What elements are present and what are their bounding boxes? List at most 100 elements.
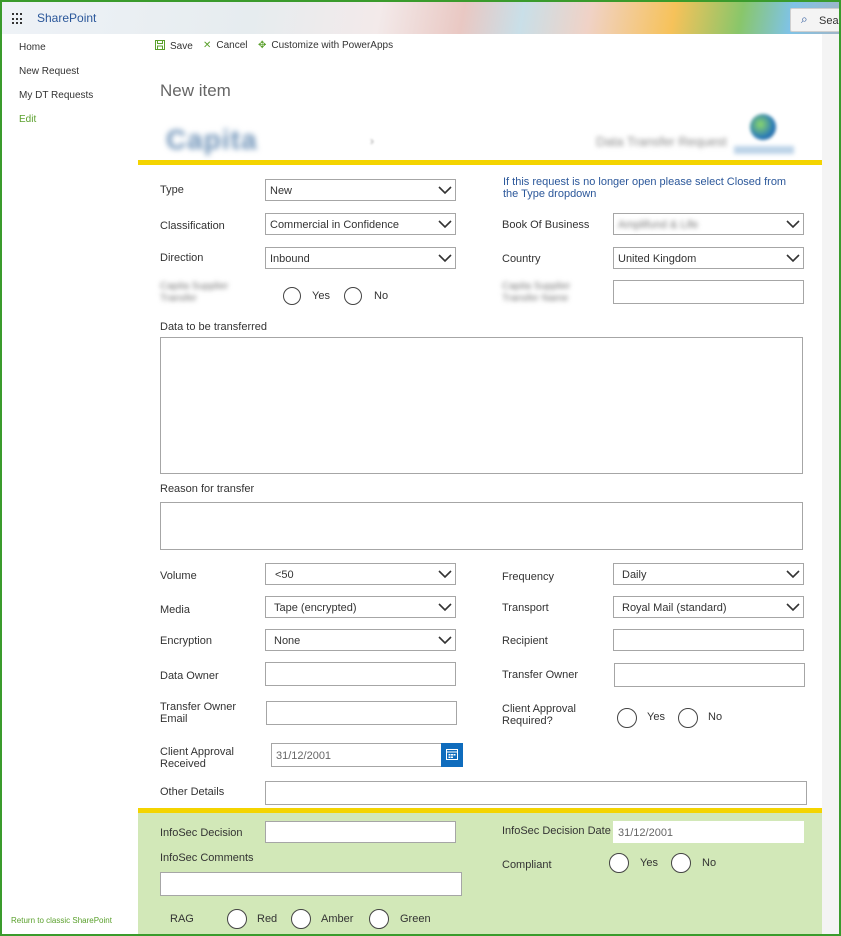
data-to-transfer-textarea[interactable]: [160, 337, 803, 474]
return-to-classic-link[interactable]: Return to classic SharePoint: [11, 916, 112, 925]
form-banner: Capita › Data Transfer Request: [138, 106, 822, 160]
infosec-decision-label: InfoSec Decision: [160, 827, 243, 839]
compliant-no-radio[interactable]: [671, 853, 691, 873]
search-box[interactable]: ⌕ Search: [790, 8, 841, 32]
direction-label: Direction: [160, 252, 204, 264]
reason-textarea[interactable]: [160, 502, 803, 550]
volume-value: <50: [275, 569, 294, 581]
banner-title: Data Transfer Request: [596, 134, 727, 149]
rag-red-radio[interactable]: [227, 909, 247, 929]
transfer-owner-label: Transfer Owner: [502, 669, 579, 681]
chevron-down-icon: [438, 220, 452, 229]
recipient-label: Recipient: [502, 635, 548, 647]
media-dropdown[interactable]: Tape (encrypted): [265, 596, 456, 618]
suite-bar: SharePoint ⌕ Search: [2, 2, 841, 34]
country-dropdown[interactable]: United Kingdom: [613, 247, 804, 269]
infosec-decision-date-input[interactable]: 31/12/2001: [613, 821, 804, 843]
closed-info-text: If this request is no longer open please…: [503, 176, 787, 200]
reason-label: Reason for transfer: [160, 483, 255, 495]
transfer-owner-email-input[interactable]: [266, 701, 457, 725]
compliant-label: Compliant: [502, 859, 552, 871]
client-approval-yes-radio[interactable]: [617, 708, 637, 728]
left-navigation: [2, 34, 138, 934]
cancel-button[interactable]: ✕ Cancel: [203, 40, 248, 51]
chevron-down-icon: [438, 254, 452, 263]
infosec-decision-input[interactable]: [265, 821, 456, 843]
rag-label: RAG: [170, 913, 194, 925]
book-of-business-value: Amplifund & Life: [618, 219, 699, 231]
rag-green-radio[interactable]: [369, 909, 389, 929]
close-icon: ✕: [203, 40, 212, 51]
media-value: Tape (encrypted): [274, 602, 357, 614]
rag-amber-label: Amber: [321, 913, 354, 925]
chevron-down-icon: [438, 570, 452, 579]
client-approval-no-radio[interactable]: [678, 708, 698, 728]
search-icon: ⌕: [801, 12, 808, 26]
rag-amber-radio[interactable]: [291, 909, 311, 929]
type-label: Type: [160, 184, 184, 196]
chevron-down-icon: [438, 636, 452, 645]
calendar-icon[interactable]: [441, 743, 463, 767]
search-label: Search: [819, 15, 841, 27]
customize-powerapps-button[interactable]: ✥ Customize with PowerApps: [258, 40, 393, 51]
transport-label: Transport: [502, 602, 549, 614]
book-of-business-label: Book Of Business: [502, 219, 590, 231]
chevron-down-icon: [786, 603, 800, 612]
chevron-down-icon: [786, 254, 800, 263]
client-approval-received-date-input[interactable]: 31/12/2001: [271, 743, 443, 767]
transfer-owner-email-label: Transfer Owner Email: [160, 701, 237, 725]
frequency-dropdown[interactable]: Daily: [613, 563, 804, 585]
client-approval-yes-label: Yes: [647, 711, 665, 723]
volume-label: Volume: [160, 570, 197, 582]
client-approval-required-label: Client Approval Required?: [502, 703, 576, 727]
chevron-down-icon: [786, 570, 800, 579]
transfer-owner-input[interactable]: [614, 663, 805, 687]
country-label: Country: [502, 253, 541, 265]
powerapps-icon: ✥: [258, 40, 267, 51]
nav-item-new-request[interactable]: New Request: [19, 66, 79, 77]
compliant-no-label: No: [702, 857, 717, 869]
company-logo: Capita: [166, 124, 258, 155]
nav-item-my-dt-requests[interactable]: My DT Requests: [19, 90, 93, 101]
banner-separator: ›: [370, 134, 374, 148]
classification-label: Classification: [160, 220, 225, 232]
compliant-yes-label: Yes: [640, 857, 658, 869]
sharepoint-brand-link[interactable]: SharePoint: [37, 11, 96, 25]
save-button[interactable]: Save: [155, 40, 193, 52]
supplier-name-label: Capita Supplier Transfer Name: [502, 281, 571, 304]
frequency-value: Daily: [622, 569, 647, 581]
data-owner-input[interactable]: [265, 662, 456, 686]
supplier-transfer-yes-label: Yes: [312, 290, 330, 302]
nav-item-home[interactable]: Home: [19, 42, 46, 53]
classification-dropdown[interactable]: Commercial in Confidence: [265, 213, 456, 235]
infosec-comments-input[interactable]: [160, 872, 462, 896]
book-of-business-dropdown[interactable]: Amplifund & Life: [613, 213, 804, 235]
banner-decoration: [734, 146, 794, 154]
transport-dropdown[interactable]: Royal Mail (standard): [613, 596, 804, 618]
volume-dropdown[interactable]: <50: [265, 563, 456, 585]
supplier-name-input[interactable]: [613, 280, 804, 304]
yellow-divider-top: [138, 160, 822, 165]
client-approval-no-label: No: [708, 711, 723, 723]
type-dropdown[interactable]: New: [265, 179, 456, 201]
cancel-label: Cancel: [216, 40, 248, 51]
page-title: New item: [160, 81, 231, 100]
data-owner-label: Data Owner: [160, 670, 219, 682]
other-details-label: Other Details: [160, 786, 225, 798]
app-launcher-icon[interactable]: [12, 13, 24, 25]
rag-green-label: Green: [400, 913, 431, 925]
frequency-label: Frequency: [502, 571, 554, 583]
other-details-input[interactable]: [265, 781, 807, 805]
encryption-dropdown[interactable]: None: [265, 629, 456, 651]
supplier-transfer-yes-radio[interactable]: [283, 287, 301, 305]
classification-value: Commercial in Confidence: [270, 219, 399, 231]
supplier-transfer-no-radio[interactable]: [344, 287, 362, 305]
direction-dropdown[interactable]: Inbound: [265, 247, 456, 269]
save-icon: [155, 40, 165, 50]
nav-edit-link[interactable]: Edit: [19, 114, 36, 125]
globe-icon: [750, 114, 776, 140]
recipient-input[interactable]: [613, 629, 804, 651]
rag-red-label: Red: [257, 913, 278, 925]
compliant-yes-radio[interactable]: [609, 853, 629, 873]
save-label: Save: [170, 41, 193, 52]
